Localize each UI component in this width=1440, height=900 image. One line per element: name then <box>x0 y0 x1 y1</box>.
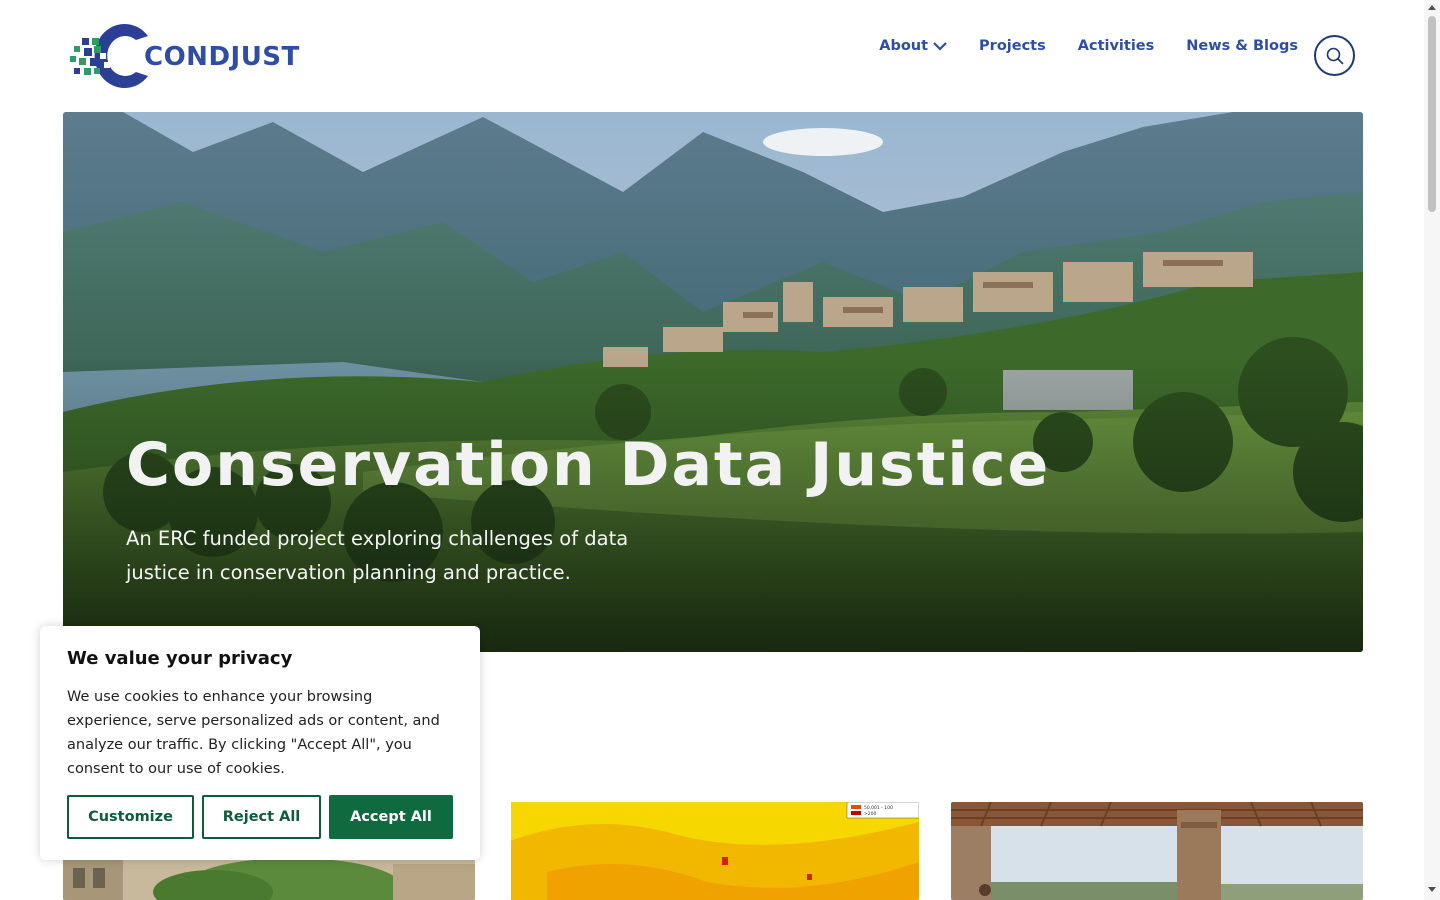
main-nav: About Projects Activities News & Blogs <box>879 38 1298 54</box>
cookie-consent-banner: We value your privacy We use cookies to … <box>40 626 480 860</box>
map-image: 50,001 - 100 >200 <box>507 802 919 900</box>
page-scrollbar[interactable] <box>1424 0 1440 900</box>
nav-item-news-blogs[interactable]: News & Blogs <box>1186 38 1298 54</box>
hero-subtitle: An ERC funded project exploring challeng… <box>126 527 629 584</box>
map-legend-label-1: 50,001 - 100 <box>864 805 893 811</box>
site-header: CONDJUST About Projects Activities News … <box>0 0 1424 112</box>
logo-mark <box>70 22 148 90</box>
nav-item-about-label: About <box>879 38 929 54</box>
building-garden-image <box>63 858 475 900</box>
project-card-3-image[interactable] <box>951 802 1363 900</box>
project-card-1-image[interactable] <box>63 858 475 900</box>
hero-banner: Conservation Data Justice An ERC funded … <box>63 112 1363 652</box>
scroll-up-arrow-icon[interactable] <box>1428 5 1436 10</box>
nav-item-projects[interactable]: Projects <box>979 38 1046 54</box>
nav-item-activities[interactable]: Activities <box>1078 38 1155 54</box>
map-legend-label-2: >200 <box>864 811 876 817</box>
accept-all-button[interactable]: Accept All <box>329 795 453 839</box>
hero-title: Conservation Data Justice <box>126 430 1051 500</box>
cookie-title: We value your privacy <box>67 648 293 669</box>
customize-button[interactable]: Customize <box>67 795 194 839</box>
scroll-down-arrow-icon[interactable] <box>1428 887 1436 892</box>
logo-text: CONDJUST <box>144 42 300 72</box>
cookie-text: We use cookies to enhance your browsing … <box>67 689 440 777</box>
site-logo[interactable]: CONDJUST <box>70 22 310 90</box>
scroll-thumb[interactable] <box>1428 16 1436 212</box>
reject-all-button[interactable]: Reject All <box>202 795 321 839</box>
chevron-down-icon <box>933 42 947 51</box>
search-icon <box>1326 47 1344 65</box>
project-card-2-image[interactable]: 50,001 - 100 >200 <box>507 802 919 900</box>
terrace-image <box>951 802 1363 900</box>
cookie-buttons: Customize Reject All Accept All <box>67 795 453 839</box>
search-button[interactable] <box>1314 35 1355 76</box>
nav-item-about[interactable]: About <box>879 38 947 54</box>
